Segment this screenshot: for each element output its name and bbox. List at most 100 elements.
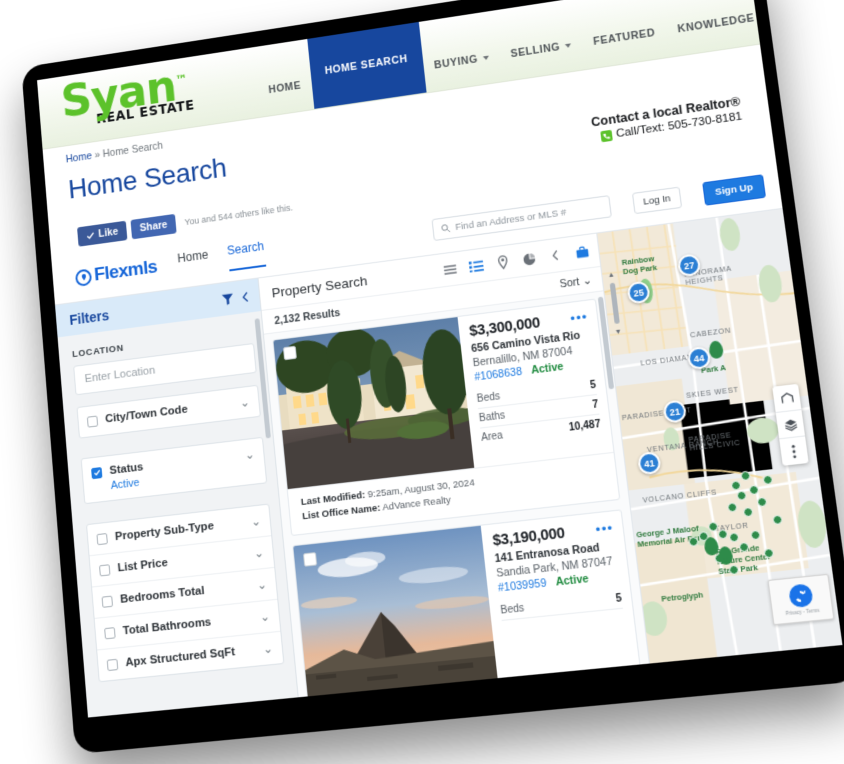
map-cluster-44[interactable]: 44 <box>686 345 712 371</box>
map-panel[interactable]: Rainbow Dog Park PANORAMA HEIGHTS CABEZON … <box>597 208 843 670</box>
property-mls-number[interactable]: #1068638 <box>474 366 523 384</box>
chevron-down-icon[interactable]: ⌄ <box>259 609 270 624</box>
results-list[interactable]: $3,300,000 ••• 656 Camino Vista Rio Bern… <box>263 291 650 705</box>
login-button[interactable]: Log In <box>631 186 683 214</box>
property-spec-row: Beds 5 <box>499 588 623 621</box>
chart-pie-icon[interactable] <box>520 250 538 268</box>
map-dot-listing[interactable] <box>688 536 699 547</box>
property-photo-mansion[interactable] <box>273 317 475 490</box>
checkbox-bedrooms-total[interactable] <box>101 595 114 608</box>
chevron-down-icon[interactable]: ⌄ <box>262 641 273 657</box>
layers-icon[interactable] <box>775 410 806 440</box>
chevron-down-icon[interactable]: ⌄ <box>256 577 267 592</box>
map-dot-listing[interactable] <box>738 541 750 553</box>
map-pin-listing[interactable] <box>708 340 725 360</box>
more-vertical-icon[interactable] <box>779 436 808 465</box>
nav-item-buying[interactable]: BUYING <box>421 31 503 93</box>
map-label-petroglyph: Petroglyph <box>660 589 704 604</box>
chevron-down-icon[interactable]: ⌄ <box>250 514 261 529</box>
draw-shape-icon[interactable] <box>772 383 802 414</box>
property-more-menu[interactable]: ••• <box>570 309 589 326</box>
contact-realtor-box: Contact a local Realtor® Call/Text: 505-… <box>588 78 743 143</box>
property-address: 656 Camino Vista Rio <box>470 329 581 356</box>
property-mls-number[interactable]: #1039959 <box>497 576 547 594</box>
map-dot-listing[interactable] <box>736 490 748 501</box>
checkbox-total-bathrooms[interactable] <box>104 626 116 639</box>
map-cluster-21[interactable]: 21 <box>662 399 688 424</box>
chevron-down-icon[interactable]: ⌄ <box>253 545 264 560</box>
checkbox-property-sub-type[interactable] <box>96 532 108 545</box>
map-zoom-control[interactable]: ▲ ▼ <box>605 268 628 363</box>
map-cluster-27[interactable]: 27 <box>676 253 702 278</box>
property-card[interactable]: $3,190,000 ••• 141 Entranosa Road Sandia… <box>292 508 641 701</box>
hamburger-list-icon[interactable] <box>441 260 459 278</box>
nav-item-knowledge-base[interactable]: KNOWLEDGE BASE <box>663 0 806 57</box>
contact-phone[interactable]: Call/Text: 505-730-8181 <box>592 110 743 143</box>
map-dot-listing[interactable] <box>728 532 740 543</box>
map-dot-listing[interactable] <box>742 506 754 518</box>
map-dot-listing[interactable] <box>756 496 768 508</box>
checkbox-apx-structured-sqft[interactable] <box>106 658 119 671</box>
filter-label: List Price <box>117 556 169 575</box>
chevron-down-icon[interactable]: ⌄ <box>244 447 255 462</box>
map-dot-listing[interactable] <box>707 521 719 532</box>
nav-item-selling[interactable]: SELLING <box>497 18 586 81</box>
screenshot-stage: Syan™ REAL ESTATE HOME HOME SEARCH BUYIN… <box>0 0 844 764</box>
zoom-in-icon[interactable]: ▲ <box>605 268 618 282</box>
filter-row-city-town-code[interactable]: City/Town Code ⌄ <box>78 386 260 438</box>
map-cluster-25[interactable]: 25 <box>626 280 651 305</box>
chevron-down-icon[interactable]: ⌄ <box>239 395 250 410</box>
nav-item-home-search[interactable]: HOME SEARCH <box>306 21 427 109</box>
flexmls-nav-search[interactable]: Search <box>226 239 266 272</box>
map-pin-listing[interactable] <box>703 536 720 557</box>
chevron-left-icon[interactable] <box>240 290 250 303</box>
chevron-down-icon <box>564 43 572 49</box>
property-select-checkbox[interactable] <box>282 345 297 361</box>
map-dot-listing[interactable] <box>726 502 738 513</box>
map-pin-icon[interactable] <box>493 253 511 271</box>
filter-label: Total Bathrooms <box>122 616 212 638</box>
spec-value: 5 <box>615 592 623 605</box>
funnel-icon[interactable] <box>221 292 235 306</box>
map-dot-listing[interactable] <box>717 528 729 540</box>
checkbox-city-town-code[interactable] <box>86 415 99 428</box>
map-dot-listing[interactable] <box>762 474 774 486</box>
spec-key: Baths <box>478 410 506 425</box>
checkbox-list-price[interactable] <box>98 563 111 576</box>
property-select-checkbox[interactable] <box>302 551 318 567</box>
map-dot-listing[interactable] <box>740 470 751 482</box>
nav-item-home[interactable]: HOME <box>256 59 314 117</box>
property-photo-desert-sunset[interactable] <box>293 525 498 700</box>
map-label-cabezon: CABEZON <box>689 327 732 340</box>
zoom-out-icon[interactable]: ▼ <box>612 325 625 339</box>
nav-item-contact[interactable]: CONTACT <box>799 0 842 37</box>
map-dot-listing[interactable] <box>728 564 740 576</box>
map-dot-listing[interactable] <box>748 484 760 496</box>
property-card[interactable]: $3,300,000 ••• 656 Camino Vista Rio Bern… <box>272 298 621 536</box>
results-scrollbar[interactable] <box>597 296 615 390</box>
map-dot-listing[interactable] <box>713 553 725 564</box>
detail-list-icon[interactable] <box>467 257 485 275</box>
map-dot-listing[interactable] <box>730 480 742 491</box>
map-pin-circle-icon <box>74 267 93 287</box>
flexmls-logo[interactable]: Flexmls <box>74 257 158 289</box>
flexmls-nav-home[interactable]: Home <box>177 248 210 277</box>
recaptcha-badge[interactable]: Privacy - Terms <box>767 573 835 626</box>
sort-dropdown[interactable]: Sort ⌄ <box>559 274 592 290</box>
map-dot-listing[interactable] <box>698 530 710 542</box>
map-dot-listing[interactable] <box>772 514 784 526</box>
chevron-left-icon[interactable] <box>546 246 564 264</box>
checkbox-status[interactable] <box>91 466 103 479</box>
map-dot-listing[interactable] <box>750 529 762 541</box>
map-pin-listing[interactable] <box>717 545 734 566</box>
property-more-menu[interactable]: ••• <box>595 519 614 537</box>
signup-button[interactable]: Sign Up <box>702 173 766 206</box>
map-cluster-41[interactable]: 41 <box>636 450 662 476</box>
zoom-slider-track[interactable] <box>609 282 620 325</box>
map-dot-listing[interactable] <box>763 547 775 559</box>
map-canvas[interactable]: Rainbow Dog Park PANORAMA HEIGHTS CABEZON … <box>597 208 843 670</box>
briefcase-icon[interactable] <box>573 243 591 261</box>
address-mls-search-input[interactable]: Find an Address or MLS # <box>431 195 612 242</box>
nav-item-featured[interactable]: FEATURED <box>579 6 670 70</box>
